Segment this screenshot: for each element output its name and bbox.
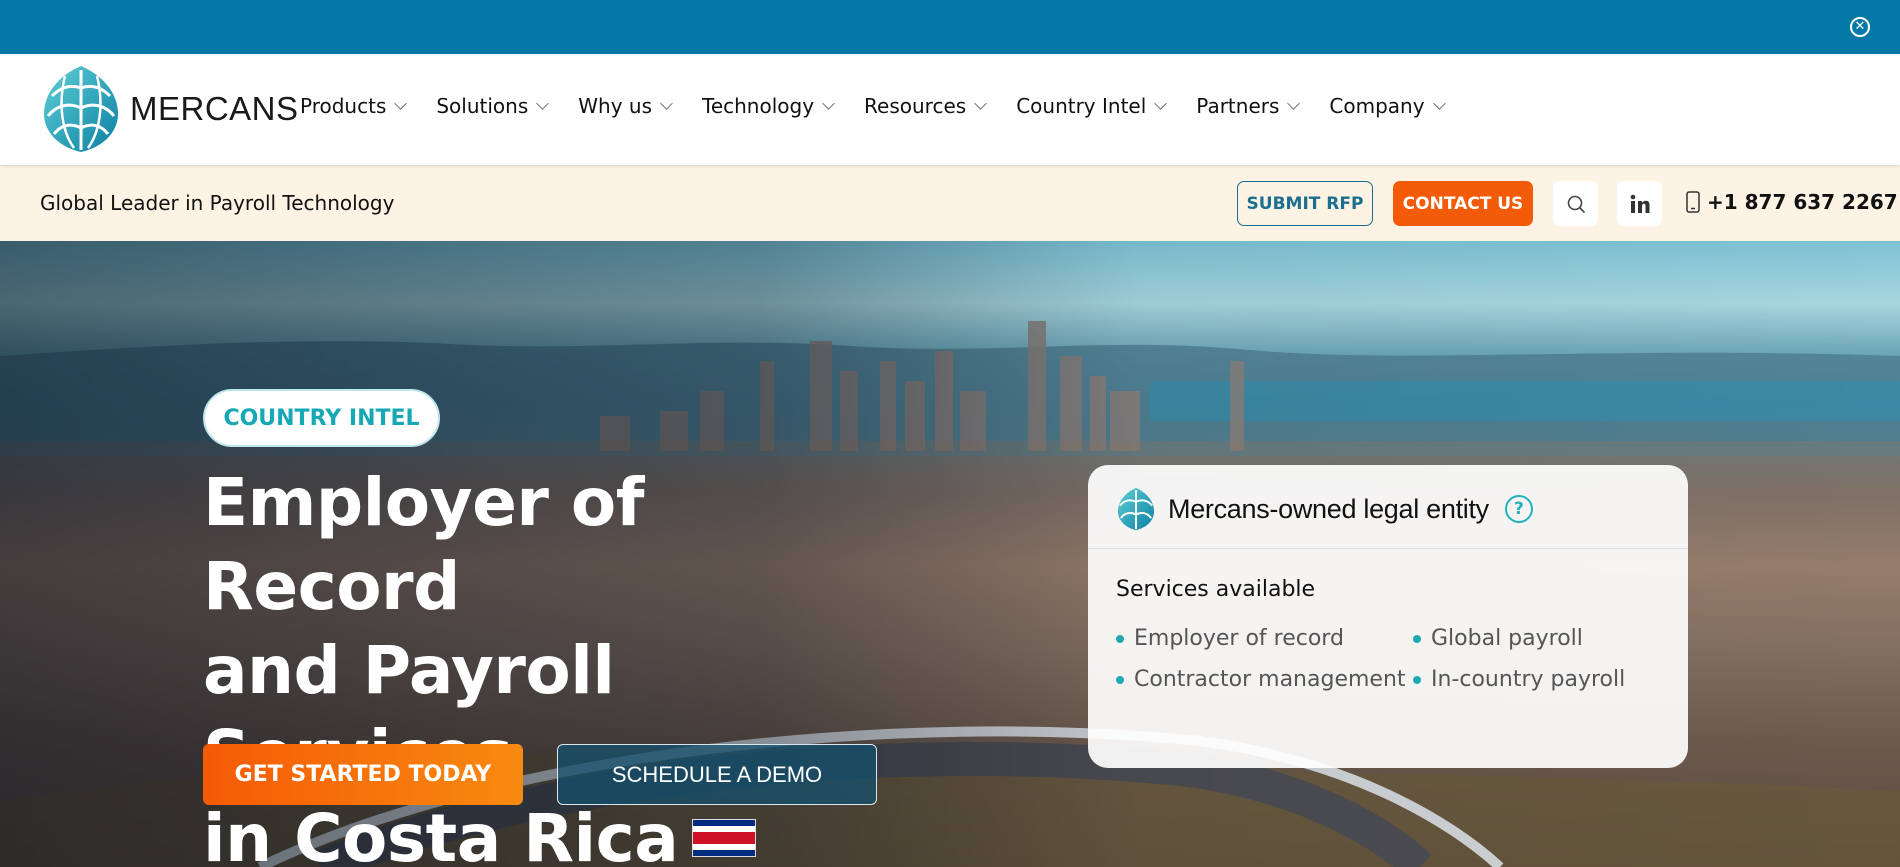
search-icon: [1567, 195, 1585, 213]
card-header: Mercans-owned legal entity ?: [1116, 487, 1660, 531]
nav-item-partners[interactable]: Partners: [1196, 94, 1301, 118]
utility-bar: Global Leader in Payroll Technology SUBM…: [0, 165, 1900, 241]
nav-item-resources[interactable]: Resources: [864, 94, 988, 118]
nav-label: Company: [1329, 94, 1425, 118]
costa-rica-flag-icon: [692, 818, 757, 857]
hero-title: Employer of Record and Payroll Services …: [203, 461, 923, 867]
bullet-dot-icon: [1116, 675, 1124, 684]
service-item: Global payroll: [1413, 626, 1633, 651]
hero-title-line-3: in Costa Rica: [203, 800, 679, 867]
tagline: Global Leader in Payroll Technology: [40, 191, 395, 215]
nav-item-technology[interactable]: Technology: [702, 94, 835, 118]
mercans-leaf-icon: [1117, 488, 1155, 530]
main-nav: Products Solutions Why us Technology Res…: [300, 94, 1475, 118]
nav-item-solutions[interactable]: Solutions: [436, 94, 550, 118]
chevron-down-icon: [1287, 96, 1301, 110]
nav-label: Resources: [864, 94, 967, 118]
nav-item-country-intel[interactable]: Country Intel: [1016, 94, 1168, 118]
phone-link[interactable]: +1 877 637 2267: [1685, 190, 1898, 214]
mercans-leaf-icon: [44, 66, 118, 152]
chevron-down-icon: [1432, 96, 1446, 110]
brand-logo[interactable]: MERCANS: [40, 64, 299, 154]
site-header: MERCANS Products Solutions Why us Techno…: [0, 54, 1900, 165]
linkedin-button[interactable]: [1617, 181, 1662, 226]
nav-label: Technology: [702, 94, 815, 118]
services-list: Employer of record Global payroll Contra…: [1116, 626, 1660, 692]
get-started-button[interactable]: GET STARTED TODAY: [203, 744, 523, 805]
service-label: Contractor management: [1134, 667, 1406, 692]
help-icon[interactable]: ?: [1504, 495, 1533, 523]
nav-item-company[interactable]: Company: [1329, 94, 1446, 118]
bullet-dot-icon: [1413, 675, 1421, 684]
services-label: Services available: [1116, 577, 1316, 602]
chevron-down-icon: [822, 96, 835, 110]
card-divider: [1088, 548, 1688, 549]
contact-us-button[interactable]: CONTACT US: [1393, 181, 1533, 226]
hero-title-line-1: Employer of Record: [203, 464, 644, 625]
service-label: In-country payroll: [1431, 667, 1626, 692]
nav-item-why-us[interactable]: Why us: [578, 94, 673, 118]
chevron-down-icon: [1154, 96, 1168, 110]
chevron-down-icon: [394, 96, 408, 110]
schedule-demo-button[interactable]: SCHEDULE A DEMO: [557, 744, 877, 805]
service-label: Global payroll: [1431, 626, 1583, 651]
brand-wordmark: MERCANS: [130, 90, 299, 127]
search-button[interactable]: [1553, 181, 1598, 226]
service-item: In-country payroll: [1413, 667, 1633, 692]
nav-label: Partners: [1196, 94, 1280, 118]
bullet-dot-icon: [1413, 634, 1421, 643]
nav-label: Products: [300, 94, 387, 118]
chevron-down-icon: [536, 96, 550, 110]
country-intel-badge: COUNTRY INTEL: [203, 389, 440, 447]
bullet-dot-icon: [1116, 634, 1124, 643]
service-item: Contractor management: [1116, 667, 1413, 692]
legal-entity-card: Mercans-owned legal entity ? Services av…: [1088, 465, 1688, 768]
phone-number: +1 877 637 2267: [1707, 190, 1898, 214]
nav-label: Country Intel: [1016, 94, 1147, 118]
submit-rfp-button[interactable]: SUBMIT RFP: [1237, 181, 1373, 226]
service-label: Employer of record: [1134, 626, 1344, 651]
nav-label: Why us: [578, 94, 653, 118]
nav-item-products[interactable]: Products: [300, 94, 408, 118]
card-heading: Mercans-owned legal entity: [1168, 493, 1489, 524]
chevron-down-icon: [974, 96, 988, 110]
linkedin-icon: [1630, 194, 1649, 213]
mobile-phone-icon: [1686, 191, 1700, 213]
nav-label: Solutions: [436, 94, 529, 118]
close-circle-icon[interactable]: ✕: [1850, 17, 1870, 37]
chevron-down-icon: [660, 96, 673, 110]
service-item: Employer of record: [1116, 626, 1413, 651]
hero-section: COUNTRY INTEL Employer of Record and Pay…: [0, 241, 1900, 867]
announcement-bar: ✕: [0, 0, 1900, 54]
